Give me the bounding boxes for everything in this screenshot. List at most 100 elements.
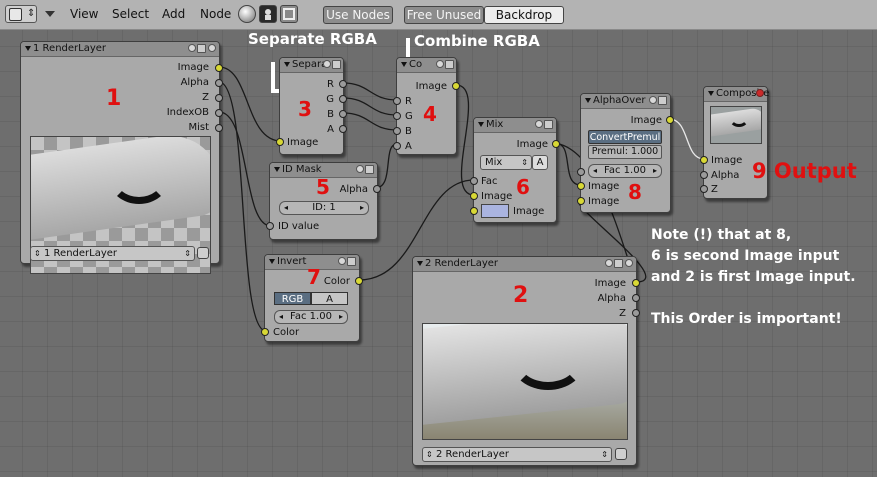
socket-image-out[interactable]: [552, 140, 560, 148]
socket-a-out[interactable]: [339, 125, 347, 133]
layer-select[interactable]: ⇕ 2 RenderLayer ⇕: [422, 447, 612, 462]
preview-icon[interactable]: [625, 259, 633, 267]
socket-fac-in[interactable]: [577, 168, 585, 176]
hide-icon[interactable]: [614, 259, 623, 268]
node-header[interactable]: Mix: [474, 118, 556, 133]
socket-alpha-in[interactable]: [700, 171, 708, 179]
render-icon[interactable]: [615, 448, 627, 460]
out-g-label: G: [326, 94, 334, 105]
socket-z-out[interactable]: [632, 309, 640, 317]
socket-z-out[interactable]: [215, 94, 223, 102]
socket-b-in[interactable]: [393, 127, 401, 135]
collapse-icon[interactable]: [417, 261, 423, 266]
socket-alpha-out[interactable]: [373, 185, 381, 193]
node-title: AlphaOver: [593, 95, 646, 106]
socket-image2-in[interactable]: [577, 197, 585, 205]
socket-image-out[interactable]: [215, 64, 223, 72]
fac-value: Fac 1.00: [290, 311, 332, 322]
preview-icon[interactable]: [208, 44, 216, 52]
hide-icon[interactable]: [658, 96, 667, 105]
hide-icon[interactable]: [332, 60, 341, 69]
socket-r-in[interactable]: [393, 97, 401, 105]
node-id-mask[interactable]: ID Mask Alpha ◂ ID: 1 ▸ ID value: [266, 162, 381, 240]
collapse-icon[interactable]: [478, 122, 484, 127]
socket-alpha-out[interactable]: [632, 294, 640, 302]
out-color-label: Color: [323, 276, 350, 287]
collapse-icon[interactable]: [274, 167, 280, 172]
hide-icon[interactable]: [197, 44, 206, 53]
image2-color-swatch[interactable]: [481, 204, 509, 218]
plus-icon[interactable]: [188, 44, 196, 52]
socket-image-in[interactable]: [276, 138, 284, 146]
plus-icon[interactable]: [338, 257, 346, 265]
socket-color-out[interactable]: [355, 277, 363, 285]
active-output-icon[interactable]: [756, 89, 764, 97]
in-image-label: Image: [711, 155, 743, 166]
socket-r-out[interactable]: [339, 80, 347, 88]
plus-icon[interactable]: [649, 96, 657, 104]
link-g: [342, 97, 398, 116]
socket-indexob-out[interactable]: [215, 109, 223, 117]
plus-icon[interactable]: [323, 60, 331, 68]
fac-field[interactable]: ◂ Fac 1.00 ▸: [588, 164, 662, 178]
socket-image1-in[interactable]: [470, 192, 478, 200]
node-header[interactable]: Composite: [704, 87, 769, 102]
socket-image-in[interactable]: [700, 156, 708, 164]
node-header[interactable]: Separa: [280, 58, 343, 73]
fac-field[interactable]: ◂ Fac 1.00 ▸: [274, 310, 348, 324]
in-image1-label: Image: [588, 181, 620, 192]
in-fac-label: Fac: [481, 176, 498, 187]
premul-field[interactable]: Premul: 1.000: [588, 145, 662, 159]
socket-color-in[interactable]: [261, 328, 269, 336]
node-mix[interactable]: Mix Image Mix ⇕ A Fac Image Image: [470, 117, 560, 223]
hide-icon[interactable]: [365, 165, 374, 174]
socket-image1-in[interactable]: [577, 182, 585, 190]
collapse-icon[interactable]: [269, 259, 275, 264]
id-field[interactable]: ◂ ID: 1 ▸: [279, 201, 369, 215]
collapse-icon[interactable]: [585, 98, 591, 103]
socket-id-value-in[interactable]: [266, 222, 274, 230]
socket-b-out[interactable]: [339, 110, 347, 118]
socket-image2-in[interactable]: [470, 207, 478, 215]
plus-icon[interactable]: [535, 120, 543, 128]
blend-mode-select[interactable]: Mix ⇕: [480, 155, 532, 170]
collapse-icon[interactable]: [401, 62, 407, 67]
convert-premul-toggle[interactable]: ConvertPremul: [588, 130, 662, 144]
node-header[interactable]: 2 RenderLayer: [413, 257, 636, 272]
socket-image-out[interactable]: [452, 82, 460, 90]
collapse-icon[interactable]: [284, 62, 290, 67]
plus-icon[interactable]: [605, 259, 613, 267]
render-preview: [422, 323, 628, 440]
hide-icon[interactable]: [445, 60, 454, 69]
render-icon[interactable]: [197, 247, 209, 259]
node-render-layer-1[interactable]: 1 RenderLayer Image Alpha Z IndexOB Mist…: [20, 41, 223, 274]
node-alpha-over[interactable]: AlphaOver Image ConvertPremul Premul: 1.…: [577, 93, 674, 213]
collapse-icon[interactable]: [708, 91, 714, 96]
socket-z-in[interactable]: [700, 185, 708, 193]
socket-a-in[interactable]: [393, 142, 401, 150]
socket-alpha-out[interactable]: [215, 79, 223, 87]
collapse-icon[interactable]: [25, 46, 31, 51]
socket-g-in[interactable]: [393, 112, 401, 120]
annotation-combine-rgba: Combine RGBA: [414, 32, 540, 50]
layer-select-value: 1 RenderLayer: [44, 248, 118, 259]
socket-image-out[interactable]: [666, 116, 674, 124]
socket-mist-out[interactable]: [215, 124, 223, 132]
annotation-number-6: 6: [516, 175, 530, 199]
hide-icon[interactable]: [544, 120, 553, 129]
plus-icon[interactable]: [356, 165, 364, 173]
socket-image-out[interactable]: [632, 279, 640, 287]
node-header[interactable]: Co: [397, 58, 456, 73]
layer-select[interactable]: ⇕ 1 RenderLayer ⇕: [30, 246, 195, 261]
out-alpha-label: Alpha: [180, 77, 209, 88]
node-header[interactable]: AlphaOver: [581, 94, 670, 109]
plus-icon[interactable]: [436, 60, 444, 68]
alpha-toggle[interactable]: A: [311, 292, 348, 305]
rgb-toggle[interactable]: RGB: [274, 292, 311, 305]
socket-g-out[interactable]: [339, 95, 347, 103]
socket-fac-in[interactable]: [470, 177, 478, 185]
node-header[interactable]: 1 RenderLayer: [21, 42, 219, 57]
alpha-button[interactable]: A: [532, 155, 548, 170]
hide-icon[interactable]: [347, 257, 356, 266]
node-title: Separa: [292, 59, 328, 70]
